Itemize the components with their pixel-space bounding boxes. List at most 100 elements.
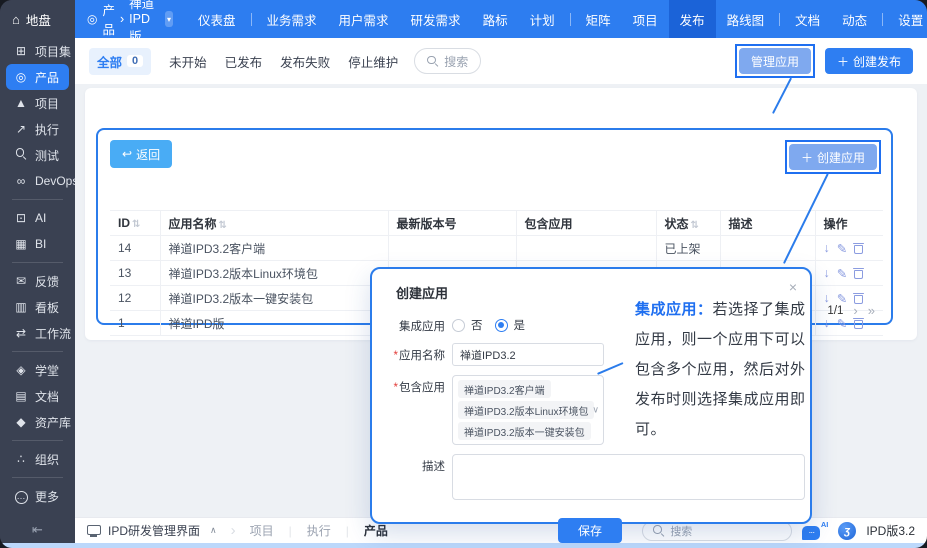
sort-icon[interactable]: ⇅ [219,220,227,231]
nav-item-settings[interactable]: 设置 [887,0,927,38]
crumb-execution[interactable]: 执行 [307,522,331,539]
sidebar-item-school[interactable]: ◈ 学堂 [6,357,69,383]
table-row: 14 禅道IPD3.2客户端 已上架 ↓✎ [110,236,883,261]
cell-name[interactable]: 禅道IPD3.2版本Linux环境包 [160,261,388,286]
sidebar-item-kanban[interactable]: ▥ 看板 [6,294,69,320]
app-window: ⌂ 地盘 ⊞ 项目集 ◎ 产品 ▲ 项目 ↗ 执行 测试 [0,0,927,548]
sidebar-divider [12,477,63,478]
app-name-label: *应用名称 [386,343,445,363]
trash-icon[interactable] [854,293,863,304]
tab-all[interactable]: 全部 0 [89,48,151,75]
sidebar-item-assets[interactable]: ◆ 资产库 [6,409,69,435]
nav-item-plan[interactable]: 计划 [519,0,566,38]
nav-item-project[interactable]: 项目 [622,0,669,38]
sidebar-item-home[interactable]: ⌂ 地盘 [0,0,75,38]
trash-icon[interactable] [854,268,863,279]
radio-no-label[interactable]: 否 [471,317,483,333]
sidebar-item-ai[interactable]: ⊡ AI [6,205,69,231]
sidebar-item-product[interactable]: ◎ 产品 [6,64,69,90]
nav-item-release[interactable]: 发布 [669,0,716,38]
nav-item-user-req[interactable]: 用户需求 [328,0,400,38]
tab-not-started[interactable]: 未开始 [169,52,207,71]
sidebar-item-label: 产品 [35,69,59,86]
download-icon[interactable]: ↓ [824,241,830,255]
selected-app-tag[interactable]: 禅道IPD3.2客户端 [458,380,551,398]
trash-icon[interactable] [854,318,863,329]
sidebar-item-workflow[interactable]: ⇄ 工作流 [6,320,69,346]
col-header-id[interactable]: ID⇅ [110,211,160,236]
rocket-icon: ▲ [14,96,28,110]
crumb-project[interactable]: 项目 [250,522,274,539]
radio-yes[interactable] [495,319,508,332]
app-switcher[interactable]: IPD研发管理界面 [108,522,200,539]
download-icon[interactable]: ↓ [824,316,830,330]
ai-assistant-button[interactable]: ··· AI [802,522,828,540]
close-icon[interactable]: × [789,280,797,294]
sidebar-item-project[interactable]: ▲ 项目 [6,90,69,116]
cell-name[interactable]: 禅道IPD版 [160,311,388,336]
nav-item-roadsign[interactable]: 路标 [472,0,519,38]
crumb-product[interactable]: 产品 [364,522,388,539]
chevron-up-icon[interactable]: ∧ [210,525,217,536]
chevron-down-icon[interactable]: ▾ [165,11,173,27]
header-label: 状态 [665,217,689,231]
cell-name[interactable]: 禅道IPD3.2版本一键安装包 [160,286,388,311]
sidebar-item-more[interactable]: … 更多 [6,483,69,509]
sidebar-item-feedback[interactable]: ✉ 反馈 [6,268,69,294]
product-pin-icon: ◎ [14,70,28,84]
back-button[interactable]: ↩ 返回 [110,140,172,168]
sidebar-item-program[interactable]: ⊞ 项目集 [6,38,69,64]
include-apps-select[interactable]: 禅道IPD3.2客户端 禅道IPD3.2版本Linux环境包 禅道IPD3.2版… [452,375,604,445]
radio-yes-label[interactable]: 是 [514,317,526,333]
next-page-button[interactable]: › [853,303,857,318]
cell-desc [720,236,815,261]
app-name-input[interactable] [452,343,604,366]
download-icon[interactable]: ↓ [824,266,830,280]
edit-icon[interactable]: ✎ [837,266,847,281]
window-bottom-strip [0,543,927,548]
create-app-button[interactable]: ＋ 创建应用 [789,144,877,170]
desc-textarea[interactable] [452,454,805,500]
create-app-label: 创建应用 [817,149,865,166]
trash-icon[interactable] [854,243,863,254]
col-header-status[interactable]: 状态⇅ [656,211,720,236]
sidebar-item-org[interactable]: ∴ 组织 [6,446,69,472]
save-button[interactable]: 保存 [558,518,622,543]
integration-label: 集成应用 [386,314,445,334]
zentao-logo[interactable]: ʒ [838,522,856,540]
sidebar-collapse-button[interactable]: ⇤ [0,517,75,543]
nav-item-dev-req[interactable]: 研发需求 [400,0,472,38]
selected-app-tag[interactable]: 禅道IPD3.2版本Linux环境包 [458,401,594,419]
radio-no[interactable] [452,319,465,332]
cell-id: 13 [110,261,160,286]
last-page-button[interactable]: » [868,303,875,318]
crumb-divider: | [346,524,349,538]
sidebar-divider [12,262,63,263]
nav-item-roadmap[interactable]: 路线图 [716,0,776,38]
tab-released[interactable]: 已发布 [225,52,263,71]
label-text: 应用名称 [399,350,445,362]
search-input[interactable]: 搜索 [414,48,481,74]
sidebar-item-execution[interactable]: ↗ 执行 [6,116,69,142]
sort-icon[interactable]: ⇅ [132,219,140,230]
nav-item-dashboard[interactable]: 仪表盘 [187,0,247,38]
chat-bubble-icon: ··· [802,526,820,540]
selected-app-tag[interactable]: 禅道IPD3.2版本一键安装包 [458,422,591,440]
cell-name[interactable]: 禅道IPD3.2客户端 [160,236,388,261]
tab-failed[interactable]: 发布失败 [280,52,330,71]
nav-item-business-req[interactable]: 业务需求 [256,0,328,38]
tab-stopped[interactable]: 停止维护 [348,52,398,71]
content-area: ↩ 返回 ＋ 创建应用 [75,84,927,517]
col-header-name[interactable]: 应用名称⇅ [160,211,388,236]
create-release-button[interactable]: ＋ 创建发布 [825,48,913,74]
nav-item-doc[interactable]: 文档 [784,0,831,38]
sidebar-item-qa[interactable]: 测试 [6,142,69,168]
edit-icon[interactable]: ✎ [837,241,847,256]
nav-item-dynamics[interactable]: 动态 [831,0,878,38]
sort-icon[interactable]: ⇅ [691,220,699,231]
nav-item-matrix[interactable]: 矩阵 [575,0,622,38]
sidebar-item-doc[interactable]: ▤ 文档 [6,383,69,409]
sidebar-item-devops[interactable]: ∞ DevOps [6,168,69,194]
sidebar-item-bi[interactable]: ▦ BI [6,231,69,257]
manage-apps-button[interactable]: 管理应用 [739,48,811,74]
